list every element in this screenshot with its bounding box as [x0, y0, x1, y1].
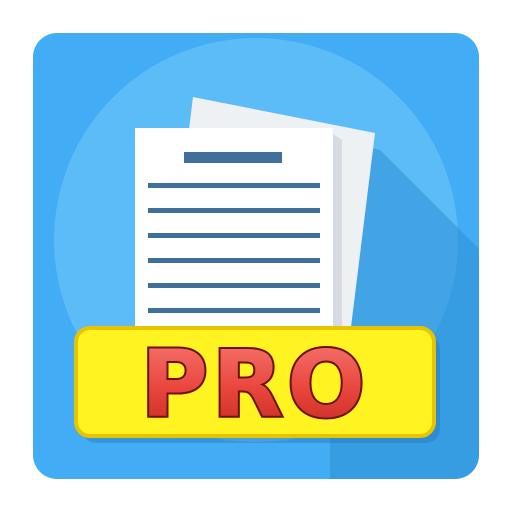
- page-line: [148, 308, 320, 313]
- app-icon: PRO: [0, 0, 512, 512]
- document-icon: [135, 97, 375, 340]
- app-icon-graphic: PRO: [33, 33, 479, 479]
- pro-badge: PRO: [74, 326, 440, 443]
- page-title-bar: [184, 152, 282, 163]
- page-line: [148, 183, 320, 188]
- page-line: [148, 283, 320, 288]
- page-line: [148, 233, 320, 238]
- pro-badge-text: PRO: [141, 331, 369, 438]
- page-line: [148, 258, 320, 263]
- page-line: [148, 208, 320, 213]
